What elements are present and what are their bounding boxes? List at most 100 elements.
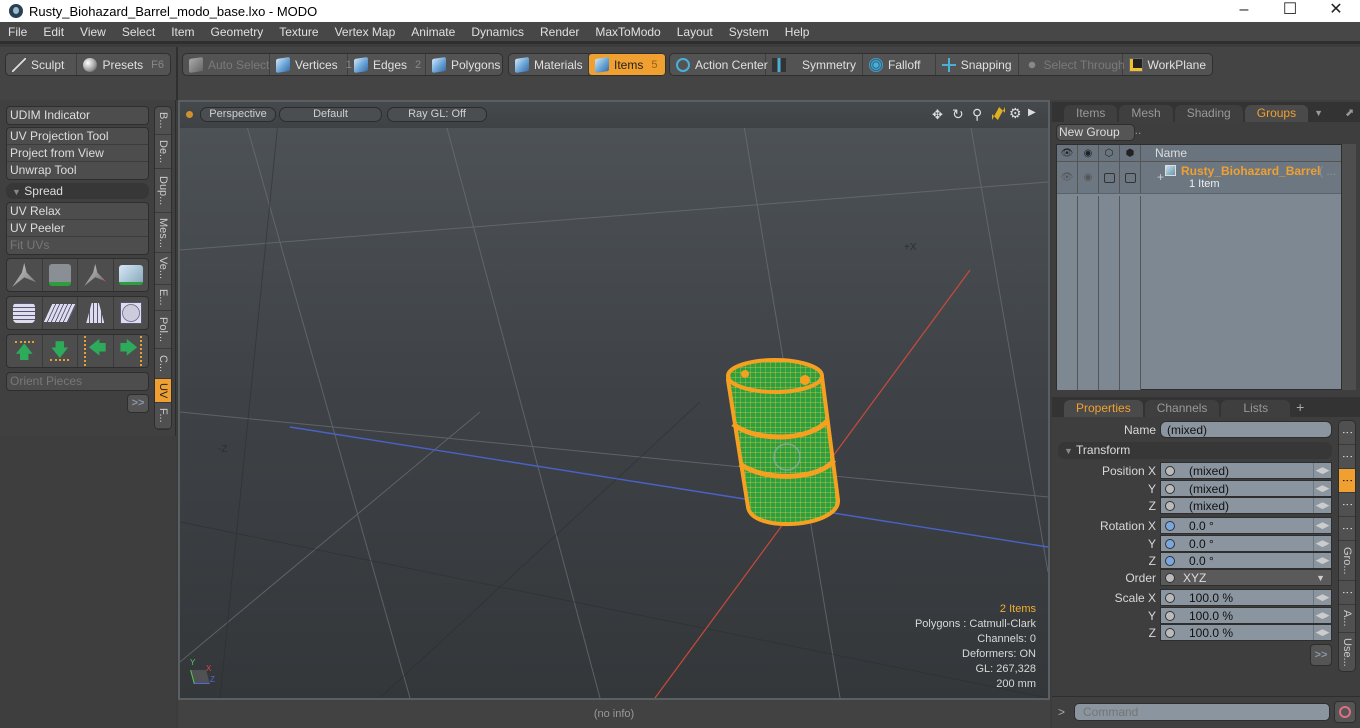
select-cube-icon[interactable]: ⬢: [1120, 145, 1141, 161]
rotation-z-slider-arrows-icon[interactable]: ◀▶: [1313, 553, 1331, 568]
scale-z-value[interactable]: 100.0 %: [1181, 626, 1313, 640]
order-dropdown-arrow-icon[interactable]: ▼: [1316, 573, 1325, 583]
menu-select[interactable]: Select: [114, 21, 163, 43]
vtab-gro[interactable]: Gro...: [1339, 541, 1355, 581]
menu-system[interactable]: System: [721, 21, 777, 43]
scale-y-key-dot[interactable]: [1165, 610, 1175, 621]
vtab-f[interactable]: F...: [155, 403, 171, 429]
transform-section-header[interactable]: ▼ Transform: [1058, 442, 1332, 459]
rotation-x-slider-arrows-icon[interactable]: ◀▶: [1313, 518, 1331, 533]
spread-section-header[interactable]: ▼ Spread: [6, 183, 149, 199]
select-through-button[interactable]: Select Through: [1019, 54, 1125, 75]
row-camera-icon[interactable]: ◉: [1078, 162, 1099, 193]
position-x-value[interactable]: (mixed): [1181, 464, 1313, 478]
sculpt-button[interactable]: Sculpt: [6, 54, 78, 75]
menu-edit[interactable]: Edit: [35, 21, 72, 43]
scale-x-key-dot[interactable]: [1165, 592, 1175, 603]
vtab-prop-1[interactable]: ⋮: [1339, 421, 1355, 445]
scale-z-key-dot[interactable]: [1165, 627, 1175, 638]
maximize-button[interactable]: ☐: [1267, 0, 1313, 22]
menu-maxtomodo[interactable]: MaxToModo: [587, 21, 668, 43]
scale-tool-button[interactable]: [78, 259, 114, 291]
edges-button[interactable]: Edges 2: [348, 54, 426, 75]
close-button[interactable]: ✕: [1313, 0, 1359, 22]
rotation-y-slider-arrows-icon[interactable]: ◀▶: [1313, 536, 1331, 551]
scale-x-value[interactable]: 100.0 %: [1181, 591, 1313, 605]
vtab-b[interactable]: B...: [155, 107, 171, 135]
vtab-de[interactable]: De...: [155, 135, 171, 169]
vtab-prop-5[interactable]: ⋮: [1339, 517, 1355, 541]
orient-pieces-button[interactable]: Orient Pieces: [7, 373, 148, 390]
row-eye-icon[interactable]: 👁: [1057, 162, 1078, 193]
menu-animate[interactable]: Animate: [403, 21, 463, 43]
spherical-projection-button[interactable]: [114, 297, 149, 329]
raygl-toggle[interactable]: Ray GL: Off: [387, 107, 487, 122]
vtab-prop-7[interactable]: ⋮: [1339, 581, 1355, 605]
scale-z-slider-arrows-icon[interactable]: ◀▶: [1313, 625, 1331, 640]
polygons-button[interactable]: Polygons: [426, 54, 506, 75]
vtab-mes[interactable]: Mes...: [155, 213, 171, 253]
vtab-a[interactable]: A...: [1339, 605, 1355, 633]
vtab-uv[interactable]: UV: [155, 379, 171, 403]
column-name[interactable]: Name: [1141, 145, 1187, 161]
symmetry-button[interactable]: Symmetry: [766, 54, 863, 75]
rotation-x-key-dot[interactable]: [1165, 520, 1175, 531]
menu-render[interactable]: Render: [532, 21, 587, 43]
menu-geometry[interactable]: Geometry: [203, 21, 272, 43]
more-tools-button[interactable]: >>: [127, 394, 149, 413]
align-right-button[interactable]: 🡆: [114, 335, 149, 367]
rotation-y-value[interactable]: 0.0 °: [1181, 537, 1313, 551]
record-macro-button[interactable]: [1334, 701, 1356, 723]
uv-relax-button[interactable]: UV Relax: [7, 203, 148, 220]
vtab-ve[interactable]: Ve...: [155, 253, 171, 285]
tab-shading[interactable]: Shading: [1174, 105, 1243, 122]
expand-plus-icon[interactable]: +: [1157, 170, 1164, 184]
row-lock-checkbox[interactable]: [1099, 162, 1120, 193]
vtab-e[interactable]: E...: [155, 285, 171, 311]
items-button[interactable]: Items 5: [589, 54, 665, 75]
command-input[interactable]: [1074, 703, 1330, 721]
tab-mesh[interactable]: Mesh ...: [1119, 105, 1173, 137]
vtab-c[interactable]: C...: [155, 349, 171, 379]
action-center-button[interactable]: Action Center: [670, 54, 768, 75]
rotation-y-key-dot[interactable]: [1165, 538, 1175, 549]
viewport-settings-gear-icon[interactable]: ⚙: [1009, 105, 1022, 122]
order-key-dot[interactable]: [1165, 572, 1175, 583]
name-field[interactable]: (mixed): [1160, 421, 1332, 438]
vtab-prop-2[interactable]: ⋮: [1339, 445, 1355, 469]
tab-items[interactable]: Items: [1064, 105, 1118, 122]
add-tab-button[interactable]: +: [1296, 399, 1304, 415]
lock-cube-icon[interactable]: ⬡: [1099, 145, 1120, 161]
shading-dropdown[interactable]: Default: [279, 107, 382, 122]
maximize-viewport-icon[interactable]: [992, 107, 1005, 120]
project-from-view-button[interactable]: Project from View: [7, 145, 148, 162]
scale-y-value[interactable]: 100.0 %: [1181, 609, 1313, 623]
vtab-prop-4[interactable]: ⋮: [1339, 493, 1355, 517]
unwrap-tool-button[interactable]: Unwrap Tool: [7, 162, 148, 179]
rotate-view-icon[interactable]: ↻: [952, 106, 964, 123]
menu-item[interactable]: Item: [163, 21, 202, 43]
vertices-button[interactable]: Vertices 1: [270, 54, 352, 75]
auto-select-button[interactable]: Auto Select: [183, 54, 270, 75]
cylindrical-projection-button[interactable]: [7, 297, 43, 329]
position-y-key-dot[interactable]: [1165, 483, 1175, 494]
render-camera-icon[interactable]: ◉: [1078, 145, 1099, 161]
transform-tool-button[interactable]: [114, 259, 149, 291]
properties-more-button[interactable]: >>: [1310, 644, 1332, 666]
menu-layout[interactable]: Layout: [669, 21, 721, 43]
pan-icon[interactable]: ✥: [932, 107, 943, 123]
snapping-button[interactable]: Snapping: [936, 54, 1019, 75]
menu-dynamics[interactable]: Dynamics: [463, 21, 532, 43]
position-y-value[interactable]: (mixed): [1181, 482, 1313, 496]
row-select-checkbox[interactable]: [1120, 162, 1141, 193]
scale-y-slider-arrows-icon[interactable]: ◀▶: [1313, 608, 1331, 623]
scale-x-slider-arrows-icon[interactable]: ◀▶: [1313, 590, 1331, 605]
presets-button[interactable]: Presets F6: [77, 54, 170, 75]
order-dropdown[interactable]: XYZ: [1181, 571, 1316, 585]
planar-projection-button[interactable]: [43, 297, 78, 329]
viewport-menu-arrow-icon[interactable]: ▶: [1028, 107, 1036, 118]
align-left-button[interactable]: 🡄: [78, 335, 114, 367]
uv-peeler-button[interactable]: UV Peeler: [7, 220, 148, 237]
position-y-slider-arrows-icon[interactable]: ◀▶: [1313, 481, 1331, 496]
tab-properties[interactable]: Properties: [1064, 400, 1143, 417]
